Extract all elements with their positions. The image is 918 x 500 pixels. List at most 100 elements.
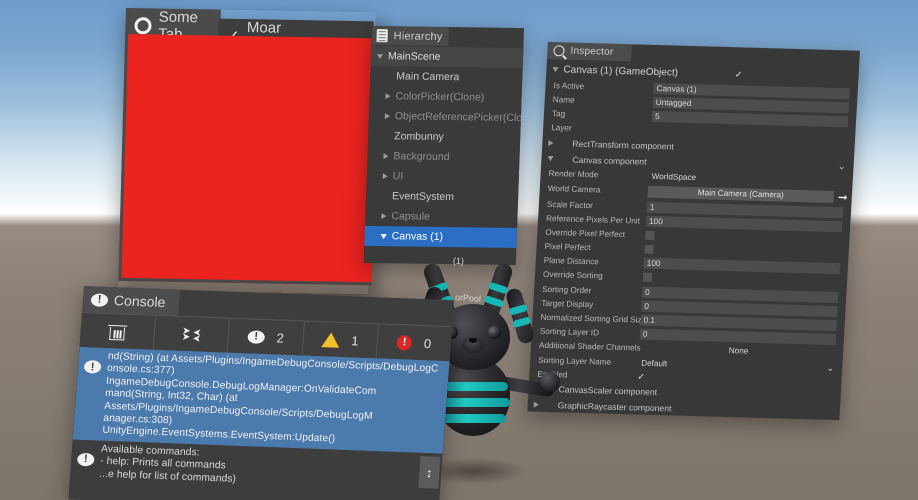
console-log-text: nd(String) (at Assets/Plugins/IngameDebu… (102, 351, 439, 450)
console-log-list[interactable]: ! nd(String) (at Assets/Plugins/IngameDe… (69, 347, 450, 500)
chevron-down-icon[interactable]: ⌄ (838, 162, 846, 171)
checkbox[interactable] (643, 273, 653, 282)
field-label: World Camera (548, 184, 649, 196)
field-label: Override Pixel Perfect (545, 228, 646, 240)
info-filter-button[interactable]: ! 2 (228, 319, 305, 356)
chevron-down-icon[interactable] (552, 67, 558, 72)
hierarchy-row-colorpicker-clone[interactable]: ColorPicker(Clone) (369, 86, 522, 108)
body-stripe (438, 382, 508, 391)
hierarchy-row-label: Zombunny (394, 130, 444, 143)
body-stripe (440, 414, 506, 423)
console-panel: ! Console ➤ ➤ ➤ ➤ ! 2 1 (68, 286, 454, 500)
field-label: Sorting Layer ID (540, 327, 641, 339)
tab-window-content-red (118, 34, 378, 285)
console-vertical-scrollbar[interactable]: ↕ (418, 456, 440, 489)
hierarchy-panel: Hierarchy MainScene Main Camera ColorPic… (364, 26, 524, 265)
clear-button[interactable] (80, 313, 157, 350)
error-count: 0 (423, 336, 431, 351)
hierarchy-row-ui[interactable]: UI (366, 166, 519, 188)
hierarchy-row-capsule[interactable]: Capsule (365, 206, 518, 228)
hierarchy-tab-header[interactable]: Hierarchy (371, 26, 449, 46)
hierarchy-row-canvas-1[interactable]: Canvas (1) (364, 226, 517, 248)
component-label: RectTransform component (558, 138, 674, 151)
checkbox[interactable] (645, 231, 655, 240)
info-badge-icon: ! (247, 330, 265, 344)
error-badge-icon: ! (396, 335, 412, 351)
component-label: GraphicRaycaster component (543, 400, 671, 414)
body-stripe (436, 398, 510, 407)
ear-stripe (488, 282, 508, 295)
hierarchy-row-background[interactable]: Background (367, 146, 520, 168)
gameobject-enabled-checkbox[interactable]: ✓ (735, 70, 743, 79)
limb-stripe (512, 316, 531, 328)
console-log-text: Available commands: - help: Prints all c… (99, 444, 238, 486)
hierarchy-row-label: Background (393, 150, 449, 163)
console-log-entry[interactable]: ! nd(String) (at Assets/Plugins/IngameDe… (73, 347, 450, 454)
collapse-arrows-icon: ➤ ➤ ➤ ➤ (181, 325, 201, 343)
field-label: Target Display (541, 299, 642, 311)
component-label: Canvas component (558, 154, 647, 166)
arrow-right-icon[interactable]: ➞ (837, 190, 848, 204)
inspector-body: Canvas (1) (GameObject) ✓ Is Active Canv… (527, 59, 859, 422)
field-label: Override Sorting (543, 270, 644, 282)
inspector-panel: Inspector Canvas (1) (GameObject) ✓ Is A… (527, 42, 860, 420)
hierarchy-row-label: Main Camera (396, 70, 459, 83)
hierarchy-row-objectreferencepicker-clone[interactable]: ObjectReferencePicker(Clone) (369, 106, 522, 128)
field-label: Plane Distance (544, 256, 645, 268)
field-label: Tag (552, 109, 653, 121)
tab-console[interactable]: ! Console (82, 286, 180, 316)
hierarchy-row-label: ObjectReferencePicker(Clone) (395, 110, 521, 124)
hierarchy-row-zombunny[interactable]: Zombunny (368, 126, 521, 148)
warning-triangle-icon (321, 332, 340, 348)
chevron-right-icon[interactable] (383, 173, 388, 179)
field-label: Sorting Layer Name (538, 355, 639, 367)
hierarchy-row-label: MainScene (388, 50, 441, 63)
inspector-title: Inspector (570, 46, 614, 58)
hierarchy-row-label: EventSystem (392, 190, 454, 203)
warning-filter-button[interactable]: 1 (302, 321, 379, 358)
inspector-gameobject-label: Canvas (1) (GameObject) (563, 64, 678, 78)
hierarchy-row-mainscene[interactable]: MainScene (371, 46, 524, 68)
hierarchy-row-label: UI (393, 170, 404, 182)
limb-stripe (509, 304, 528, 316)
checkbox[interactable] (644, 245, 654, 254)
chevron-down-icon[interactable]: ⌄ (826, 363, 834, 372)
field-label: Name (553, 95, 654, 107)
field-label: Additional Shader Channels (539, 341, 640, 353)
hierarchy-tree[interactable]: MainScene Main Camera ColorPicker(Clone)… (364, 45, 523, 255)
field-label: Layer (551, 123, 652, 135)
warning-count: 1 (351, 333, 359, 348)
chevron-down-icon[interactable] (547, 156, 553, 161)
chevron-right-icon[interactable] (385, 93, 390, 99)
bunny-eye-right (488, 326, 501, 339)
document-icon (376, 29, 387, 42)
component-label: CanvasScaler component (544, 384, 657, 397)
error-filter-button[interactable]: ! 0 (376, 324, 452, 361)
chevron-down-icon[interactable] (377, 54, 383, 59)
chevron-right-icon[interactable] (383, 153, 388, 159)
scene-viewport: Some Tab ✓ Moar Tab Hierarchy MainScene … (0, 0, 918, 500)
chevron-down-icon[interactable] (381, 234, 387, 239)
field-label: Normalized Sorting Grid Size (540, 313, 641, 325)
trash-icon (108, 322, 126, 340)
field-label: Render Mode (548, 169, 649, 181)
tab-window: Some Tab ✓ Moar Tab (118, 8, 376, 294)
hierarchy-row-label: Canvas (1) (391, 230, 443, 243)
field-label: Sorting Order (542, 285, 643, 297)
console-title: Console (113, 292, 166, 310)
info-badge-icon: ! (91, 293, 109, 307)
hierarchy-row-main-camera[interactable]: Main Camera (370, 66, 523, 88)
hierarchy-row-label: Capsule (391, 210, 430, 223)
collapse-button[interactable]: ➤ ➤ ➤ ➤ (154, 316, 231, 353)
chevron-right-icon[interactable] (381, 213, 386, 219)
enabled-checkbox[interactable]: ✓ (637, 372, 645, 381)
field-label: Reference Pixels Per Unit (546, 214, 647, 226)
hierarchy-title: Hierarchy (393, 30, 442, 43)
hierarchy-row-eventsystem[interactable]: EventSystem (366, 186, 519, 208)
chevron-right-icon[interactable] (385, 113, 390, 119)
field-label: Scale Factor (547, 200, 648, 212)
info-badge-icon: ! (77, 453, 95, 467)
info-badge-icon: ! (84, 360, 102, 374)
field-label: Pixel Perfect (544, 242, 645, 254)
chevron-right-icon[interactable] (548, 140, 553, 146)
